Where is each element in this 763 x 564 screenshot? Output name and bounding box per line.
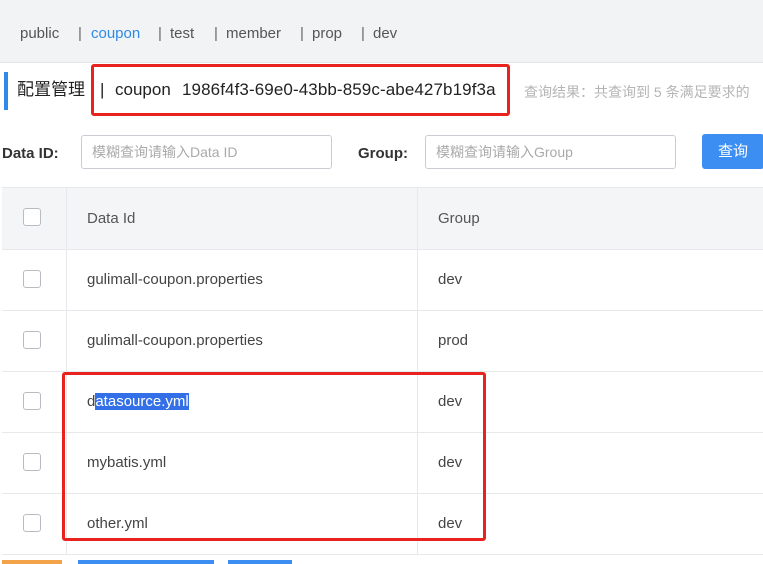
row-checkbox[interactable] [23, 331, 41, 349]
header-group-cell: Group [418, 188, 763, 249]
row-checkbox[interactable] [23, 270, 41, 288]
namespace-tab-coupon[interactable]: coupon [91, 25, 140, 43]
namespace-separator: | [361, 25, 365, 42]
row-group-cell: dev [418, 250, 763, 310]
page-title: 配置管理 [17, 80, 85, 99]
namespace-tab-test[interactable]: test [170, 25, 194, 43]
row-check-cell [2, 372, 67, 432]
namespace-tab-dev[interactable]: dev [373, 25, 397, 43]
namespace-separator: | [214, 25, 218, 42]
result-info: 查询结果：共查询到 5 条满足要求的 [524, 84, 750, 100]
row-group-cell: prod [418, 311, 763, 371]
bottom-action-bar [0, 560, 763, 564]
row-data-id-cell: gulimall-coupon.properties [67, 250, 418, 310]
row-checkbox[interactable] [23, 392, 41, 410]
table-row: gulimall-coupon.properties dev [2, 250, 763, 311]
namespace-tab-member[interactable]: member [226, 25, 281, 43]
group-label: Group: [358, 145, 408, 162]
select-all-checkbox[interactable] [23, 208, 41, 226]
bottom-button-2[interactable] [78, 560, 214, 564]
row-data-id[interactable]: gulimall-coupon.properties [87, 331, 263, 351]
column-header-data-id: Data Id [87, 210, 136, 227]
table-row: gulimall-coupon.properties prod [2, 311, 763, 372]
row-data-id[interactable]: gulimall-coupon.properties [87, 270, 263, 290]
bottom-button-1[interactable] [2, 560, 62, 564]
highlight-box-rows [62, 372, 486, 541]
header-check-cell [2, 188, 67, 249]
namespace-separator: | [78, 25, 82, 42]
namespace-separator: | [300, 25, 304, 42]
group-input[interactable]: 模糊查询请输入Group [425, 135, 676, 169]
row-data-id-cell: gulimall-coupon.properties [67, 311, 418, 371]
namespace-tabs: public | coupon | test | member | prop |… [0, 0, 763, 63]
namespace-separator: | [158, 25, 162, 42]
title-accent-bar [4, 72, 8, 110]
data-id-input[interactable]: 模糊查询请输入Data ID [81, 135, 332, 169]
data-id-label: Data ID: [2, 145, 59, 162]
highlight-box-namespace [91, 64, 510, 116]
row-group: dev [438, 271, 463, 288]
row-group: prod [438, 332, 469, 349]
row-check-cell [2, 494, 67, 554]
row-check-cell [2, 250, 67, 310]
row-checkbox[interactable] [23, 453, 41, 471]
column-header-group: Group [438, 210, 480, 227]
row-check-cell [2, 311, 67, 371]
table-header: Data Id Group [2, 188, 763, 250]
bottom-button-3[interactable] [228, 560, 292, 564]
row-checkbox[interactable] [23, 514, 41, 532]
header-data-id-cell: Data Id [67, 188, 418, 249]
namespace-tab-prop[interactable]: prop [312, 25, 342, 43]
query-button[interactable]: 查询 [702, 134, 763, 169]
row-check-cell [2, 433, 67, 493]
namespace-tab-public[interactable]: public [20, 25, 59, 43]
